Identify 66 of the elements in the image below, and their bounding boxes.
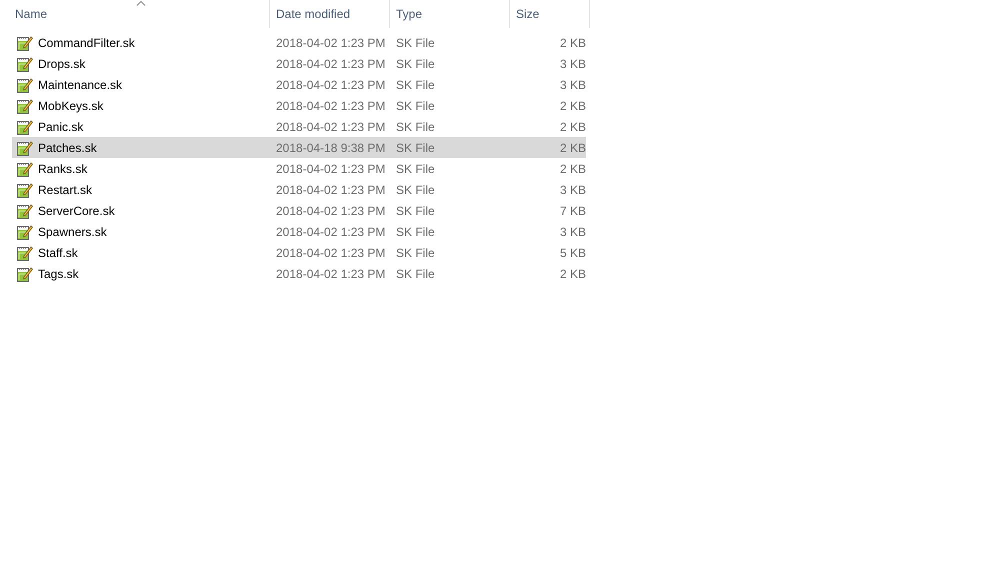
file-icon [16,244,33,260]
file-icon [16,182,33,198]
file-icon [16,160,33,176]
file-name: Panic.sk [38,118,84,136]
column-header[interactable]: Date modified [270,0,390,28]
file-type: SK File [396,98,435,112]
file-size: 2 KB [560,266,586,280]
file-size: 2 KB [560,120,586,134]
file-icon [16,98,33,114]
file-icon [16,118,33,134]
file-name: Ranks.sk [38,160,88,178]
file-name: Spawners.sk [38,224,107,240]
date-modified: 2018-04-02 1:23 PM [276,224,386,238]
file-type: SK File [396,78,435,92]
file-name: Drops.sk [38,56,86,72]
file-icon [16,34,33,50]
file-size: 3 KB [560,182,586,196]
file-type: SK File [396,140,435,154]
date-modified: 2018-04-02 1:23 PM [276,266,386,280]
file-name: ServerCore.sk [38,202,115,220]
file-size: 3 KB [560,78,586,92]
file-icon [16,202,33,218]
file-size: 2 KB [560,36,586,50]
file-type: SK File [396,162,435,176]
file-icon [16,266,33,282]
date-modified: 2018-04-02 1:23 PM [276,246,386,260]
file-name: Patches.sk [38,140,97,156]
file-name: Maintenance.sk [38,76,122,94]
file-type: SK File [396,182,435,196]
file-name: Restart.sk [38,182,92,198]
file-type: SK File [396,56,435,70]
date-modified: 2018-04-02 1:23 PM [276,120,386,134]
file-type: SK File [396,120,435,134]
date-modified: 2018-04-02 1:23 PM [276,78,386,92]
file-type: SK File [396,204,435,218]
file-icon [16,56,33,72]
file-size: 2 KB [560,140,586,154]
file-name: Tags.sk [38,266,79,282]
file-size: 3 KB [560,224,586,238]
file-type: SK File [396,246,435,260]
file-size: 2 KB [560,162,586,176]
file-size: 2 KB [560,98,586,112]
file-size: 3 KB [560,56,586,70]
sort-ascending-icon [136,1,145,6]
file-name: CommandFilter.sk [38,34,135,52]
file-size: 7 KB [560,204,586,218]
file-name: MobKeys.sk [38,98,104,114]
file-row[interactable]: Patches.sk 2018-04-18 9:38 PM SK File 2 KB [12,137,586,158]
column-header[interactable]: Name [12,0,270,28]
file-type: SK File [396,266,435,280]
file-size: 5 KB [560,246,586,260]
date-modified: 2018-04-02 1:23 PM [276,162,386,176]
column-header[interactable]: Type [390,0,510,28]
file-name: Staff.sk [38,244,78,262]
file-icon [16,224,33,240]
date-modified: 2018-04-02 1:23 PM [276,182,386,196]
file-type: SK File [396,224,435,238]
date-modified: 2018-04-18 9:38 PM [276,140,386,154]
column-header[interactable]: Size [510,0,590,28]
date-modified: 2018-04-02 1:23 PM [276,56,386,70]
file-type: SK File [396,36,435,50]
file-icon [16,76,33,92]
date-modified: 2018-04-02 1:23 PM [276,204,386,218]
date-modified: 2018-04-02 1:23 PM [276,36,386,50]
date-modified: 2018-04-02 1:23 PM [276,98,386,112]
file-icon [16,140,33,156]
